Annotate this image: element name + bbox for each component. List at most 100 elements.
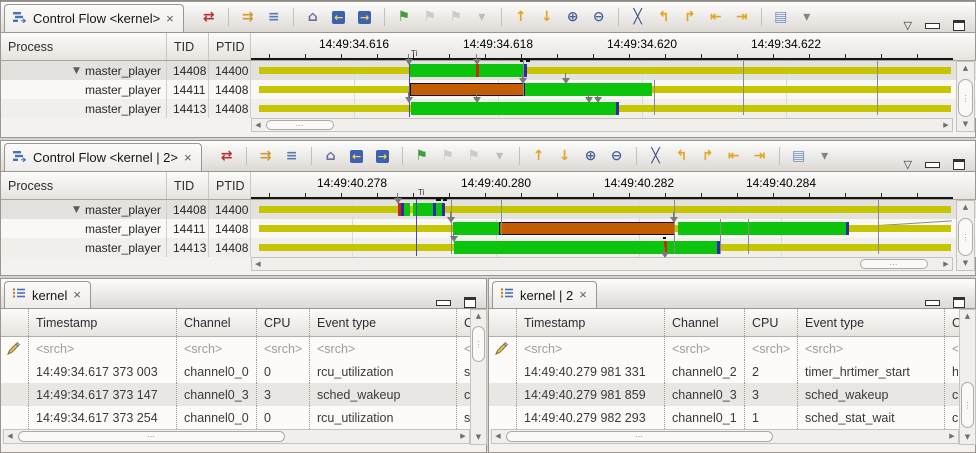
- process-name-cell[interactable]: ▼master_player: [1, 61, 167, 80]
- scroll-right-icon[interactable]: ▶: [946, 430, 958, 443]
- column-header-c[interactable]: C: [944, 309, 958, 336]
- sync-time-icon[interactable]: ⇄: [216, 146, 238, 166]
- timeline-hscrollbar[interactable]: ◀ ▶ ⋯: [251, 118, 953, 132]
- timeline-row[interactable]: [251, 219, 953, 238]
- expand-triangle-icon[interactable]: ▼: [73, 205, 80, 215]
- move-down-icon[interactable]: ↓: [554, 146, 576, 166]
- next-event-icon[interactable]: ⇥: [731, 7, 753, 27]
- next-state-change-icon[interactable]: →: [354, 7, 376, 27]
- view-menu-icon[interactable]: ▽: [904, 19, 912, 32]
- next-state-change-icon[interactable]: →: [372, 146, 394, 166]
- vscroll-thumb[interactable]: ⋮: [472, 326, 485, 362]
- hscroll-thumb[interactable]: ⋯: [860, 259, 928, 269]
- filter-input-1[interactable]: <srch>: [516, 337, 664, 360]
- column-header-timestamp[interactable]: Timestamp: [516, 309, 664, 336]
- column-header-process[interactable]: Process: [1, 33, 167, 60]
- scroll-down-icon[interactable]: ▼: [957, 118, 974, 131]
- hide-arrows-icon[interactable]: ╳: [645, 146, 667, 166]
- timeline-hscrollbar[interactable]: ◀ ▶ ⋯: [251, 257, 953, 271]
- column-header-tid[interactable]: TID: [167, 172, 209, 199]
- event-row[interactable]: 14:49:40.279 981 859channel0_33sched_wak…: [489, 383, 975, 406]
- timeline-row[interactable]: [251, 200, 953, 219]
- column-header-cpu[interactable]: CPU: [744, 309, 797, 336]
- expand-triangle-icon[interactable]: ▼: [73, 66, 80, 76]
- scroll-right-icon[interactable]: ▶: [940, 119, 952, 131]
- filter-input-5[interactable]: <srch>: [456, 337, 470, 360]
- prev-state-change-icon[interactable]: ←: [346, 146, 368, 166]
- scroll-down-icon[interactable]: ▼: [960, 431, 975, 444]
- process-row[interactable]: ▼master_player1440814400: [1, 200, 976, 219]
- scroll-right-icon[interactable]: ▶: [457, 430, 469, 443]
- tab-close-icon[interactable]: ×: [166, 14, 174, 24]
- tab-control-flow-2[interactable]: Control Flow <kernel | 2>×: [4, 143, 202, 171]
- column-header-cpu[interactable]: CPU: [256, 309, 309, 336]
- zoom-out-icon[interactable]: ⊖: [606, 146, 628, 166]
- minimize-icon[interactable]: [925, 23, 940, 29]
- tab-close-icon[interactable]: ×: [73, 290, 81, 300]
- follow-cpu-forward-icon[interactable]: ↱: [679, 7, 701, 27]
- previous-event-icon[interactable]: ⇤: [705, 7, 727, 27]
- filter-input-5[interactable]: <srch>: [944, 337, 958, 360]
- maximize-icon[interactable]: [464, 297, 476, 308]
- process-row[interactable]: master_player1441314408: [1, 238, 976, 257]
- column-header-event-type[interactable]: Event type: [797, 309, 944, 336]
- scroll-up-icon[interactable]: ▲: [960, 310, 975, 323]
- column-header-c[interactable]: C: [456, 309, 470, 336]
- filter-pencil-icon[interactable]: [1, 337, 28, 360]
- timeline-header[interactable]: 14:49:34.61614:49:34.61814:49:34.62014:4…: [251, 33, 953, 60]
- show-filters-icon[interactable]: ≡: [281, 146, 303, 166]
- timeline-vscrollbar[interactable]: ▲ ▼⋮: [956, 200, 975, 271]
- prev-state-change-icon[interactable]: ←: [328, 7, 350, 27]
- filter-input-2[interactable]: <srch>: [664, 337, 744, 360]
- follow-cpu-backward-icon[interactable]: ↰: [653, 7, 675, 27]
- timeline-header[interactable]: 14:49:40.27814:49:40.28014:49:40.28214:4…: [251, 172, 953, 199]
- column-header-tid[interactable]: TID: [167, 33, 209, 60]
- process-row[interactable]: master_player1441114408: [1, 80, 976, 99]
- add-time-marker-icon[interactable]: ▤: [788, 146, 810, 166]
- add-bookmark-icon[interactable]: ⚑: [393, 7, 415, 27]
- optimize-icon[interactable]: ⇉: [255, 146, 277, 166]
- filter-pencil-icon[interactable]: [489, 337, 516, 360]
- minimize-icon[interactable]: [925, 300, 940, 306]
- scroll-left-icon[interactable]: ◀: [252, 258, 264, 270]
- column-header-event-type[interactable]: Event type: [309, 309, 456, 336]
- add-time-marker-icon[interactable]: ▤: [770, 7, 792, 27]
- move-down-icon[interactable]: ↓: [536, 7, 558, 27]
- timeline-vscrollbar[interactable]: ▲▼⋮: [956, 61, 975, 132]
- tab-control-flow-1[interactable]: Control Flow <kernel>×: [4, 4, 184, 32]
- filter-input-3[interactable]: <srch>: [256, 337, 309, 360]
- time-marker-menu-icon[interactable]: ▾: [814, 146, 836, 166]
- process-name-cell[interactable]: ▼master_player: [1, 200, 167, 219]
- events-hscrollbar[interactable]: ◀▶⋯: [491, 429, 959, 444]
- filter-input-4[interactable]: <srch>: [797, 337, 944, 360]
- timeline-row[interactable]: [251, 99, 953, 118]
- hscroll-thumb[interactable]: ⋯: [266, 120, 334, 130]
- vscroll-thumb[interactable]: ⋮: [961, 382, 974, 428]
- event-row[interactable]: 14:49:34.617 373 147channel0_33sched_wak…: [1, 383, 486, 406]
- process-name-cell[interactable]: master_player: [1, 80, 167, 99]
- scroll-up-icon[interactable]: ▲: [957, 62, 974, 75]
- show-filters-icon[interactable]: ≡: [263, 7, 285, 27]
- vscroll-thumb[interactable]: ⋮: [958, 218, 973, 256]
- process-name-cell[interactable]: master_player: [1, 99, 167, 118]
- event-row[interactable]: 14:49:40.279 982 293channel0_11sched_sta…: [489, 406, 975, 429]
- scroll-right-icon[interactable]: ▶: [940, 258, 952, 270]
- zoom-in-icon[interactable]: ⊕: [580, 146, 602, 166]
- event-row[interactable]: 14:49:40.279 981 331channel0_22timer_hrt…: [489, 360, 975, 383]
- sync-time-icon[interactable]: ⇄: [198, 7, 220, 27]
- column-header-ptid[interactable]: PTID: [209, 33, 251, 60]
- next-event-icon[interactable]: ⇥: [749, 146, 771, 166]
- event-row[interactable]: 14:49:34.617 373 254channel0_00rcu_utili…: [1, 406, 486, 429]
- column-header-timestamp[interactable]: Timestamp: [28, 309, 176, 336]
- process-row[interactable]: master_player1441314408: [1, 99, 976, 118]
- scroll-up-icon[interactable]: ▲: [957, 201, 974, 214]
- home-icon[interactable]: ⌂: [302, 7, 324, 27]
- time-marker-menu-icon[interactable]: ▾: [796, 7, 818, 27]
- scroll-down-icon[interactable]: ▼: [957, 257, 974, 270]
- events-vscrollbar[interactable]: ▲▼⋮: [470, 309, 487, 445]
- scroll-left-icon[interactable]: ◀: [252, 119, 264, 131]
- hide-arrows-icon[interactable]: ╳: [627, 7, 649, 27]
- column-header-channel[interactable]: Channel: [176, 309, 256, 336]
- column-header-process[interactable]: Process: [1, 172, 167, 199]
- scroll-left-icon[interactable]: ◀: [492, 430, 504, 443]
